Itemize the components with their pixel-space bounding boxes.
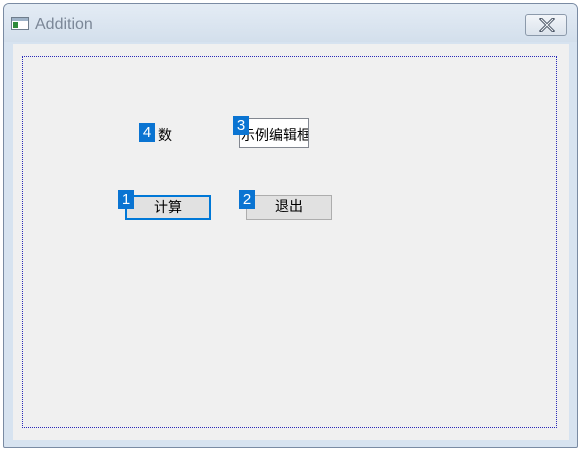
- title-bar[interactable]: Addition: [4, 4, 577, 42]
- window-app-icon: [11, 17, 29, 30]
- calculate-button[interactable]: 计算: [125, 195, 211, 220]
- window-title: Addition: [35, 16, 93, 33]
- badge-exit: 2: [239, 190, 255, 209]
- edit-field[interactable]: 示例编辑框: [239, 118, 309, 148]
- badge-label: 4: [139, 123, 155, 142]
- badge-calc: 1: [118, 190, 134, 209]
- edit-field-value: 示例编辑框: [241, 128, 309, 144]
- badge-edit: 3: [233, 116, 249, 135]
- dialog-window: Addition 数 示例编辑框 计算 退出 1 2 3 4: [3, 3, 578, 448]
- focus-frame: [22, 56, 557, 428]
- number-label: 数: [158, 128, 172, 144]
- close-button[interactable]: [525, 14, 567, 36]
- client-area: 数 示例编辑框 计算 退出 1 2 3 4: [13, 44, 569, 440]
- exit-button[interactable]: 退出: [246, 195, 332, 220]
- close-icon: [539, 18, 555, 32]
